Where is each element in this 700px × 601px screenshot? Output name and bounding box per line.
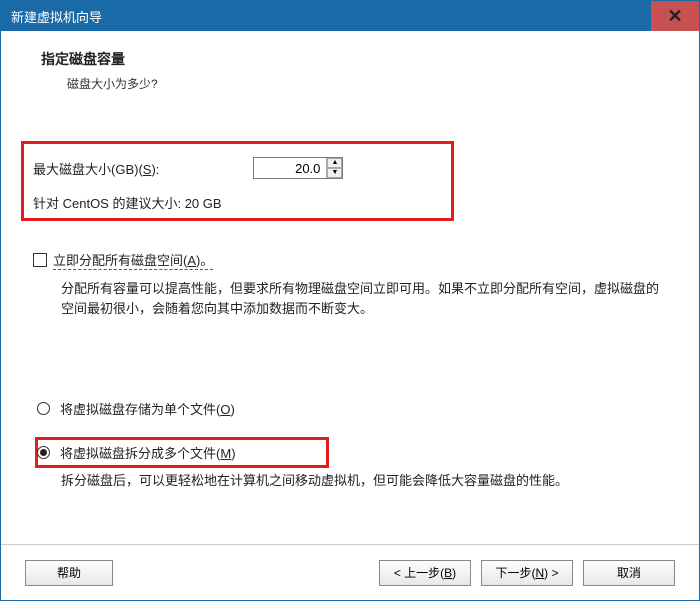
store-split-label: 将虚拟磁盘拆分成多个文件(M) xyxy=(60,443,236,462)
spin-up-button[interactable]: ▲ xyxy=(327,158,342,168)
allocate-now-desc: 分配所有容量可以提高性能，但要求所有物理磁盘空间立即可用。如果不立即分配所有空间… xyxy=(61,279,665,319)
close-button[interactable]: ✕ xyxy=(651,1,699,31)
back-button[interactable]: < 上一步(B) xyxy=(379,560,471,586)
disk-size-label: 最大磁盘大小(GB)(S): xyxy=(33,159,159,178)
help-button[interactable]: 帮助 xyxy=(25,560,113,586)
allocate-now-label: 立即分配所有磁盘空间(A)。 xyxy=(53,250,213,270)
window-title: 新建虚拟机向导 xyxy=(11,7,102,26)
page-heading: 指定磁盘容量 xyxy=(41,49,671,69)
store-single-label: 将虚拟磁盘存储为单个文件(O) xyxy=(60,399,235,418)
disk-size-input[interactable] xyxy=(254,158,326,178)
store-single-radio[interactable] xyxy=(37,402,50,415)
content-area: 指定磁盘容量 磁盘大小为多少? 最大磁盘大小(GB)(S): ▲ ▼ 针对 Ce… xyxy=(1,31,699,544)
spin-down-button[interactable]: ▼ xyxy=(327,168,342,178)
wizard-window: 新建虚拟机向导 ✕ 指定磁盘容量 磁盘大小为多少? 最大磁盘大小(GB)(S):… xyxy=(0,0,700,601)
store-split-row[interactable]: 将虚拟磁盘拆分成多个文件(M) xyxy=(37,443,236,462)
store-split-desc: 拆分磁盘后，可以更轻松地在计算机之间移动虚拟机，但可能会降低大容量磁盘的性能。 xyxy=(61,471,665,491)
allocate-now-checkbox[interactable] xyxy=(33,253,47,267)
footer: 帮助 < 上一步(B) 下一步(N) > 取消 xyxy=(1,544,699,600)
next-button[interactable]: 下一步(N) > xyxy=(481,560,573,586)
allocate-now-row[interactable]: 立即分配所有磁盘空间(A)。 xyxy=(33,250,213,270)
store-single-row[interactable]: 将虚拟磁盘存储为单个文件(O) xyxy=(37,399,235,418)
disk-size-row: 最大磁盘大小(GB)(S): ▲ ▼ xyxy=(33,157,343,179)
disk-recommend-text: 针对 CentOS 的建议大小: 20 GB xyxy=(33,193,222,212)
titlebar: 新建虚拟机向导 ✕ xyxy=(1,1,699,31)
page-subheading: 磁盘大小为多少? xyxy=(67,75,671,92)
disk-size-spinner[interactable]: ▲ ▼ xyxy=(253,157,343,179)
cancel-button[interactable]: 取消 xyxy=(583,560,675,586)
spinner-buttons: ▲ ▼ xyxy=(326,158,342,178)
store-split-radio[interactable] xyxy=(37,446,50,459)
